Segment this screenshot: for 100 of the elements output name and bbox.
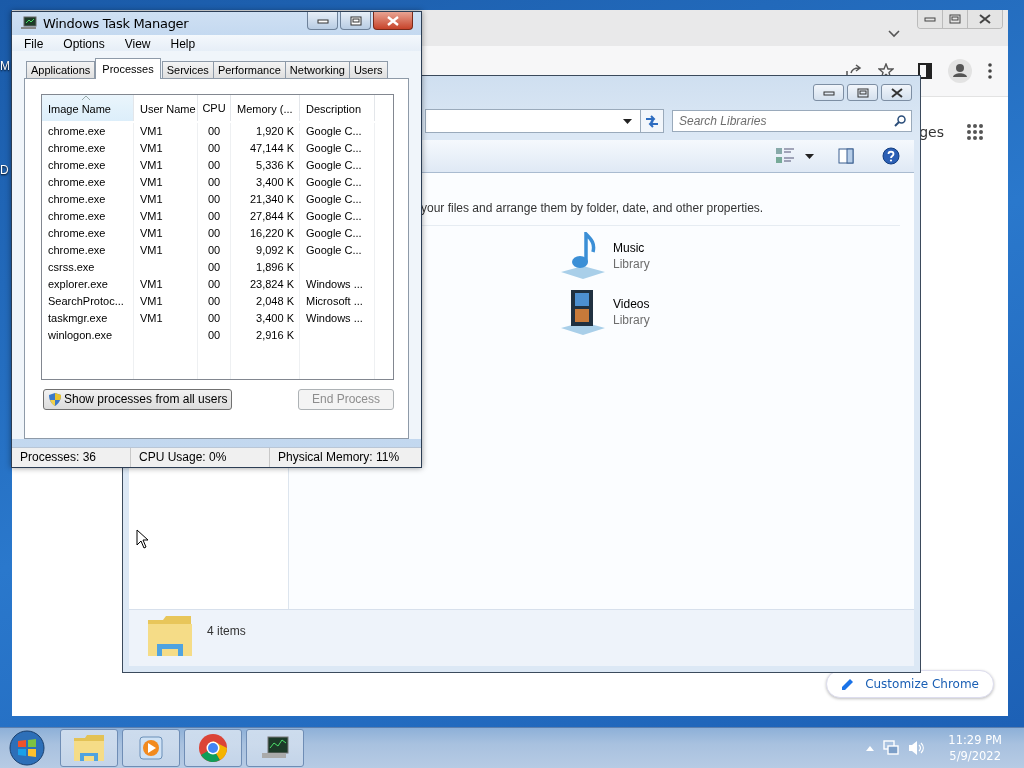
table-cell: Google C... — [306, 210, 362, 223]
tab[interactable]: Services — [161, 60, 214, 79]
menu-item[interactable]: Help — [160, 34, 206, 51]
table-cell: Google C... — [306, 159, 362, 172]
table-cell: VM1 — [140, 278, 163, 291]
table-cell: chrome.exe — [48, 159, 106, 172]
table-cell: VM1 — [140, 312, 163, 325]
table-cell: VM1 — [140, 176, 163, 189]
library-description: your files and arrange them by folder, date, and other properties. — [421, 201, 900, 226]
close-icon — [889, 87, 904, 98]
dropdown-caret-icon[interactable] — [805, 153, 814, 159]
close-button[interactable] — [881, 84, 912, 101]
tab[interactable]: Users — [348, 60, 388, 79]
table-cell: 47,144 K — [249, 142, 294, 155]
table-cell: 00 — [207, 142, 221, 155]
maximize-icon — [349, 15, 362, 26]
table-cell: 00 — [207, 159, 221, 172]
profile-icon[interactable] — [948, 59, 972, 83]
status-text: Physical Memory: 11% — [277, 449, 401, 467]
tab[interactable]: Applications — [26, 60, 96, 79]
tab[interactable]: Processes — [95, 57, 161, 79]
start-button[interactable] — [9, 730, 45, 766]
monitor-icon — [260, 735, 290, 761]
status-text: Processes: 36 — [12, 447, 131, 467]
apps-grid-icon[interactable] — [966, 123, 984, 141]
table-cell: VM1 — [140, 295, 163, 308]
address-field[interactable] — [425, 109, 641, 133]
table-cell: chrome.exe — [48, 244, 106, 257]
table-cell: 9,092 K — [256, 244, 294, 257]
show-all-users-button[interactable]: Show processes from all users — [43, 388, 233, 410]
preview-pane-icon[interactable] — [838, 148, 854, 164]
tab[interactable]: Networking — [284, 60, 350, 79]
play-icon — [137, 734, 165, 762]
refresh-button[interactable] — [640, 109, 664, 133]
table-cell: 00 — [207, 244, 221, 257]
table-cell: 1,920 K — [256, 125, 294, 138]
dropdown-caret-icon[interactable] — [623, 118, 632, 124]
table-cell: Windows ... — [306, 312, 363, 325]
table-cell: 00 — [207, 125, 221, 138]
table-cell: winlogon.exe — [48, 329, 113, 342]
chevron-down-icon[interactable] — [888, 30, 900, 38]
table-cell: 3,400 K — [256, 312, 294, 325]
help-icon[interactable] — [882, 147, 900, 165]
status-text: CPU Usage: 0% — [131, 447, 270, 467]
table-cell: Google C... — [306, 142, 362, 155]
table-cell: 5,336 K — [256, 159, 294, 172]
side-panel-icon[interactable] — [918, 63, 932, 79]
network-icon[interactable] — [882, 740, 901, 756]
clock-date: 5/9/2022 — [949, 748, 1001, 764]
table-cell: VM1 — [140, 244, 163, 257]
table-cell: Google C... — [306, 125, 362, 138]
table-cell: 00 — [207, 227, 221, 240]
table-cell: chrome.exe — [48, 210, 106, 223]
monitor-icon — [21, 16, 37, 31]
table-cell: Google C... — [306, 244, 362, 257]
table-cell: chrome.exe — [48, 125, 106, 138]
table-cell: chrome.exe — [48, 227, 106, 240]
close-button[interactable] — [373, 12, 413, 30]
customize-chrome-button[interactable]: Customize Chrome — [826, 670, 994, 698]
table-cell: 00 — [207, 210, 221, 223]
table-cell: 16,220 K — [249, 227, 294, 240]
table-cell: Google C... — [306, 176, 362, 189]
table-cell: 00 — [207, 176, 221, 189]
table-cell: Google C... — [306, 193, 362, 206]
menu-item[interactable]: View — [114, 34, 161, 51]
media-player-taskbar-button[interactable] — [122, 729, 180, 767]
table-cell: 00 — [207, 193, 221, 206]
table-cell: SearchProtoc... — [48, 295, 124, 308]
tab[interactable]: Performance — [212, 60, 286, 79]
task-manager-taskbar-button[interactable] — [246, 729, 304, 767]
item-count: 4 items — [207, 624, 246, 638]
close-icon — [978, 14, 992, 24]
minimize-button[interactable] — [813, 84, 844, 101]
menu-icon[interactable] — [988, 63, 992, 79]
menu-item[interactable]: File — [14, 34, 54, 51]
table-cell: 27,844 K — [249, 210, 294, 223]
library-name[interactable]: Music — [613, 241, 650, 255]
column-header[interactable]: Image Name — [42, 94, 134, 121]
library-name[interactable]: Videos — [613, 297, 650, 311]
table-cell: 00 — [207, 278, 221, 291]
table-cell: csrss.exe — [48, 261, 95, 274]
library-type: Library — [613, 313, 650, 327]
table-cell: VM1 — [140, 227, 163, 240]
table-cell: chrome.exe — [48, 193, 106, 206]
table-cell: VM1 — [140, 210, 163, 223]
window-title: Windows Task Manager — [43, 15, 189, 31]
table-cell: 2,048 K — [256, 295, 294, 308]
search-field[interactable]: Search Libraries — [672, 110, 912, 132]
close-icon — [386, 15, 400, 26]
table-cell: 1,896 K — [256, 261, 294, 274]
table-cell: VM1 — [140, 125, 163, 138]
table-cell: 21,340 K — [249, 193, 294, 206]
table-cell: 23,824 K — [249, 278, 294, 291]
maximize-button[interactable] — [340, 12, 371, 30]
minimize-button[interactable] — [307, 12, 338, 30]
table-cell: Windows ... — [306, 278, 363, 291]
close-button[interactable] — [968, 10, 1002, 28]
table-cell: explorer.exe — [48, 278, 108, 291]
search-icon[interactable] — [894, 115, 906, 127]
menu-item[interactable]: Options — [53, 34, 115, 51]
